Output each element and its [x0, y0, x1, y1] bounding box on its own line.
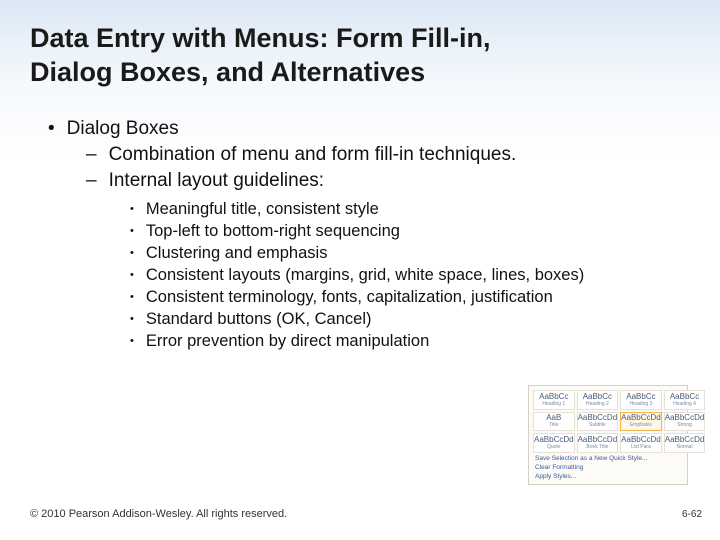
styles-gallery-thumbnail: AaBbCcHeading 1AaBbCcHeading 2AaBbCcHead…	[528, 385, 688, 485]
bullet-level3: Top-left to bottom-right sequencing	[130, 222, 690, 241]
bullet-text: Clustering and emphasis	[146, 244, 328, 262]
bullet-level3: Error prevention by direct manipulation	[130, 332, 690, 351]
bullet-level3: Consistent layouts (margins, grid, white…	[130, 266, 690, 285]
bullet-text: Consistent terminology, fonts, capitaliz…	[146, 288, 553, 306]
bullet-text: Dialog Boxes	[67, 118, 179, 139]
bullet-level3: Meaningful title, consistent style	[130, 200, 690, 219]
bullet-text: Meaningful title, consistent style	[146, 200, 379, 218]
style-swatch: AaBbCcHeading 1	[533, 390, 575, 410]
bullet-text: Top-left to bottom-right sequencing	[146, 222, 400, 240]
style-menu-link: Save Selection as a New Quick Style...	[533, 455, 705, 462]
style-swatch: AaBbCcHeading 4	[664, 390, 706, 410]
style-menu-link: Clear Formatting	[533, 464, 705, 471]
style-swatch: AaBbCcDdSubtitle	[577, 412, 619, 432]
bullet-level3: Standard buttons (OK, Cancel)	[130, 310, 690, 329]
page-number: 6-62	[682, 509, 702, 520]
bullet-level1: Dialog Boxes	[48, 118, 690, 140]
style-swatch: AaBbCcDdList Para	[620, 433, 662, 453]
style-menu-link: Apply Styles...	[533, 473, 705, 480]
style-swatch: AaBbCcDdStrong	[664, 412, 706, 432]
title-line-1: Data Entry with Menus: Form Fill-in,	[30, 22, 690, 56]
style-swatch: AaBbCcDdNormal	[664, 433, 706, 453]
style-swatch: AaBbCcDdQuote	[533, 433, 575, 453]
style-swatch: AaBbCcDdEmphasis	[620, 412, 662, 432]
bullet-level2: Combination of menu and form fill-in tec…	[86, 144, 690, 166]
style-swatch: AaBbCcDdBook Title	[577, 433, 619, 453]
copyright-footer: © 2010 Pearson Addison-Wesley. All right…	[30, 508, 287, 520]
bullet-text: Error prevention by direct manipulation	[146, 332, 429, 350]
bullet-text: Standard buttons (OK, Cancel)	[146, 310, 372, 328]
slide-body: Dialog Boxes Combination of menu and for…	[0, 100, 720, 351]
style-swatch: AaBbCcHeading 2	[577, 390, 619, 410]
bullet-text: Internal layout guidelines:	[109, 170, 324, 191]
bullet-level3-group: Meaningful title, consistent style Top-l…	[130, 200, 690, 351]
bullet-level3: Consistent terminology, fonts, capitaliz…	[130, 288, 690, 307]
style-swatch: AaBbCcHeading 3	[620, 390, 662, 410]
title-line-2: Dialog Boxes, and Alternatives	[30, 56, 690, 90]
bullet-level3: Clustering and emphasis	[130, 244, 690, 263]
style-swatch: AaBTitle	[533, 412, 575, 432]
slide-title: Data Entry with Menus: Form Fill-in, Dia…	[0, 0, 720, 100]
bullet-level2: Internal layout guidelines:	[86, 170, 690, 192]
bullet-text: Consistent layouts (margins, grid, white…	[146, 266, 584, 284]
bullet-text: Combination of menu and form fill-in tec…	[109, 144, 517, 165]
